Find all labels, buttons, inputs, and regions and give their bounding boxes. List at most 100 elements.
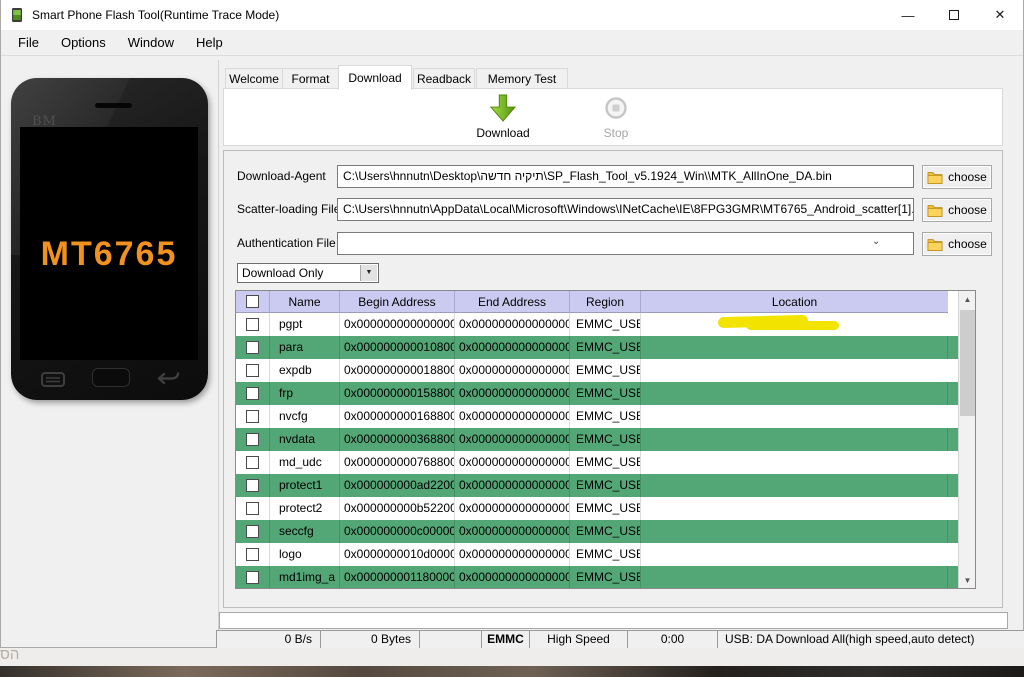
table-row-protect2[interactable]: protect20x000000000b5220000x000000000000… bbox=[236, 497, 975, 520]
header-begin-address[interactable]: Begin Address bbox=[340, 291, 455, 313]
auth-file-combobox[interactable] bbox=[337, 232, 914, 255]
desktop-bottom-bar bbox=[0, 666, 1024, 677]
table-row-md1img_a[interactable]: md1img_a0x00000000118000000x000000000000… bbox=[236, 566, 975, 589]
tab-download[interactable]: Download bbox=[338, 65, 412, 90]
maximize-button[interactable] bbox=[931, 0, 977, 30]
row-checkbox[interactable] bbox=[246, 571, 259, 584]
row-region-cell: EMMC_USER bbox=[570, 428, 641, 451]
table-scrollbar[interactable]: ▲ ▼ bbox=[958, 291, 975, 588]
row-region-cell: EMMC_USER bbox=[570, 497, 641, 520]
chevron-down-icon[interactable]: ⌄ bbox=[872, 202, 884, 216]
progress-bar bbox=[219, 612, 1008, 629]
row-name-cell: protect2 bbox=[270, 497, 340, 520]
row-region-cell: EMMC_USER bbox=[570, 566, 641, 589]
table-row-expdb[interactable]: expdb0x00000000001880000x000000000000000… bbox=[236, 359, 975, 382]
table-row-nvcfg[interactable]: nvcfg0x00000000016880000x000000000000000… bbox=[236, 405, 975, 428]
row-region-cell: EMMC_USER bbox=[570, 543, 641, 566]
row-checkbox[interactable] bbox=[246, 479, 259, 492]
tab-format[interactable]: Format bbox=[282, 68, 339, 89]
scrollbar-thumb[interactable] bbox=[960, 310, 975, 416]
row-begin-cell: 0x0000000000108000 bbox=[340, 336, 455, 359]
auth-file-choose-button[interactable]: choose bbox=[922, 232, 992, 256]
close-button[interactable]: ✕ bbox=[977, 0, 1023, 30]
folder-icon bbox=[927, 204, 943, 217]
row-checkbox-cell bbox=[236, 428, 270, 451]
row-end-cell: 0x0000000000000000 bbox=[455, 336, 570, 359]
header-name[interactable]: Name bbox=[270, 291, 340, 313]
table-row-logo[interactable]: logo0x0000000010d000000x0000000000000000… bbox=[236, 543, 975, 566]
table-row-nvdata[interactable]: nvdata0x00000000036880000x00000000000000… bbox=[236, 428, 975, 451]
header-end-address[interactable]: End Address bbox=[455, 291, 570, 313]
client-area: BM MT6765 Welcome Format Download Readba… bbox=[1, 56, 1023, 648]
row-location-cell bbox=[641, 405, 948, 428]
header-region[interactable]: Region bbox=[570, 291, 641, 313]
chevron-down-icon[interactable]: ⌄ bbox=[872, 236, 884, 250]
row-location-cell bbox=[641, 566, 948, 589]
stop-button[interactable]: Stop bbox=[580, 93, 652, 140]
row-region-cell: EMMC_USER bbox=[570, 336, 641, 359]
row-name-cell: nvdata bbox=[270, 428, 340, 451]
table-row-protect1[interactable]: protect10x000000000ad220000x000000000000… bbox=[236, 474, 975, 497]
row-location-cell bbox=[641, 336, 948, 359]
row-name-cell: para bbox=[270, 336, 340, 359]
row-end-cell: 0x0000000000000000 bbox=[455, 405, 570, 428]
download-button[interactable]: Download bbox=[467, 93, 539, 140]
row-checkbox[interactable] bbox=[246, 364, 259, 377]
row-checkbox[interactable] bbox=[246, 433, 259, 446]
table-header-row: Name Begin Address End Address Region Lo… bbox=[236, 291, 975, 313]
row-end-cell: 0x0000000000000000 bbox=[455, 382, 570, 405]
row-region-cell: EMMC_USER bbox=[570, 382, 641, 405]
row-name-cell: frp bbox=[270, 382, 340, 405]
header-location[interactable]: Location bbox=[641, 291, 948, 313]
scatter-file-choose-button[interactable]: choose bbox=[922, 198, 992, 222]
download-agent-input[interactable]: C:\Users\hnnutn\Desktop\תיקיה חדשה\SP_Fl… bbox=[337, 165, 914, 188]
row-checkbox[interactable] bbox=[246, 502, 259, 515]
tab-readback[interactable]: Readback bbox=[413, 68, 475, 89]
minimize-button[interactable]: — bbox=[885, 0, 931, 30]
partition-table-body: pgpt0x00000000000000000x0000000000000000… bbox=[236, 313, 975, 589]
table-row-frp[interactable]: frp0x00000000015880000x0000000000000000E… bbox=[236, 382, 975, 405]
row-checkbox[interactable] bbox=[246, 387, 259, 400]
chipset-label: MT6765 bbox=[20, 235, 198, 274]
row-checkbox-cell bbox=[236, 336, 270, 359]
table-row-para[interactable]: para0x00000000001080000x0000000000000000… bbox=[236, 336, 975, 359]
panel-divider bbox=[218, 60, 219, 632]
row-checkbox[interactable] bbox=[246, 456, 259, 469]
row-checkbox[interactable] bbox=[246, 410, 259, 423]
row-checkbox-cell bbox=[236, 520, 270, 543]
download-mode-value: Download Only bbox=[242, 266, 323, 280]
scroll-down-icon[interactable]: ▼ bbox=[959, 572, 976, 588]
download-button-label: Download bbox=[476, 126, 529, 140]
row-location-cell bbox=[641, 451, 948, 474]
row-name-cell: logo bbox=[270, 543, 340, 566]
scatter-file-combobox[interactable]: C:\Users\hnnutn\AppData\Local\Microsoft\… bbox=[337, 198, 914, 221]
menu-file[interactable]: File bbox=[7, 31, 50, 54]
row-checkbox[interactable] bbox=[246, 318, 259, 331]
row-begin-cell: 0x0000000010d00000 bbox=[340, 543, 455, 566]
dropdown-arrow-icon[interactable]: ▼ bbox=[360, 265, 377, 281]
row-checkbox[interactable] bbox=[246, 548, 259, 561]
partition-table: Name Begin Address End Address Region Lo… bbox=[235, 290, 976, 589]
app-icon bbox=[9, 7, 25, 23]
table-row-seccfg[interactable]: seccfg0x000000000c0000000x00000000000000… bbox=[236, 520, 975, 543]
row-region-cell: EMMC_USER bbox=[570, 359, 641, 382]
table-row-pgpt[interactable]: pgpt0x00000000000000000x0000000000000000… bbox=[236, 313, 975, 336]
yellow-marker-highlight bbox=[746, 321, 839, 330]
tab-welcome[interactable]: Welcome bbox=[225, 68, 283, 89]
row-begin-cell: 0x0000000011800000 bbox=[340, 566, 455, 589]
menu-window[interactable]: Window bbox=[117, 31, 185, 54]
phone-screen: MT6765 bbox=[20, 127, 198, 360]
row-checkbox[interactable] bbox=[246, 525, 259, 538]
select-all-checkbox[interactable] bbox=[246, 295, 259, 308]
menu-options[interactable]: Options bbox=[50, 31, 117, 54]
download-agent-choose-button[interactable]: choose bbox=[922, 165, 992, 189]
row-checkbox[interactable] bbox=[246, 341, 259, 354]
phone-nav-bar bbox=[11, 368, 208, 394]
tab-memory-test[interactable]: Memory Test bbox=[476, 68, 568, 89]
row-name-cell: expdb bbox=[270, 359, 340, 382]
scroll-up-icon[interactable]: ▲ bbox=[959, 291, 976, 307]
download-mode-select[interactable]: Download Only ▼ bbox=[237, 263, 379, 283]
status-bar: 0 B/s 0 Bytes EMMC High Speed 0:00 USB: … bbox=[216, 630, 1024, 648]
menu-help[interactable]: Help bbox=[185, 31, 234, 54]
table-row-md_udc[interactable]: md_udc0x00000000076880000x00000000000000… bbox=[236, 451, 975, 474]
